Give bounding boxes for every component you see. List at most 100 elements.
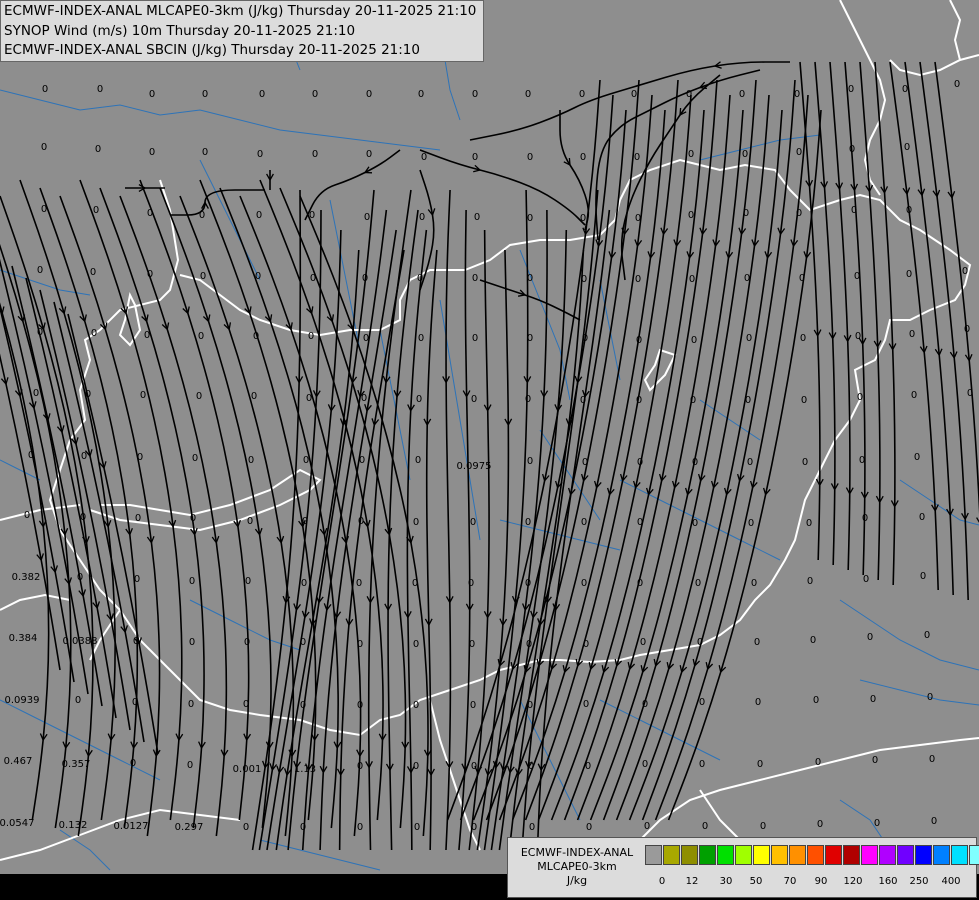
sbcin-value: 0 <box>309 210 315 221</box>
sbcin-value: 0 <box>91 328 97 339</box>
sbcin-value: 0 <box>742 149 748 160</box>
sbcin-value: 0.382 <box>12 572 41 583</box>
color-legend: ECMWF-INDEX-ANAL MLCAPE0-3km J/kg 0 12 30 5… <box>507 837 979 898</box>
sbcin-value: 0 <box>37 265 43 276</box>
sbcin-value: 0 <box>414 822 420 833</box>
sbcin-value: 0 <box>471 822 477 833</box>
header-line-synop: SYNOP Wind (m/s) 10m Thursday 20-11-2025… <box>4 22 356 39</box>
sbcin-value: 0 <box>306 393 312 404</box>
sbcin-value: 0 <box>357 822 363 833</box>
sbcin-value: 0 <box>527 700 533 711</box>
sbcin-value: 0 <box>796 147 802 158</box>
sbcin-value: 0 <box>807 576 813 587</box>
sbcin-value: 0.132 <box>59 820 88 831</box>
sbcin-value: 1.13 <box>294 764 316 775</box>
sbcin-value: 0 <box>300 637 306 648</box>
sbcin-value: 0 <box>255 271 261 282</box>
sbcin-value: 0 <box>130 758 136 769</box>
sbcin-value: 0 <box>695 578 701 589</box>
sbcin-value: 0 <box>857 392 863 403</box>
legend-swatches <box>645 845 979 865</box>
sbcin-value: 0 <box>310 273 316 284</box>
sbcin-value: 0 <box>366 89 372 100</box>
sbcin-value: 0 <box>90 267 96 278</box>
sbcin-value: 0 <box>813 695 819 706</box>
sbcin-value: 0 <box>97 84 103 95</box>
legend-swatch <box>807 845 824 865</box>
sbcin-value: 0 <box>690 395 696 406</box>
sbcin-value: 0 <box>418 89 424 100</box>
legend-tick-label: 250 <box>909 876 929 887</box>
sbcin-value: 0 <box>253 331 259 342</box>
sbcin-value: 0 <box>635 213 641 224</box>
sbcin-value: 0 <box>817 819 823 830</box>
sbcin-value: 0.0547 <box>0 818 35 829</box>
sbcin-value: 0 <box>412 578 418 589</box>
legend-title-line1: ECMWF-INDEX-ANAL <box>520 846 634 859</box>
sbcin-value: 0 <box>245 576 251 587</box>
sbcin-value: 0 <box>642 699 648 710</box>
sbcin-value: 0 <box>199 210 205 221</box>
legend-tick-label: 70 <box>783 876 797 887</box>
sbcin-value: 0 <box>24 510 30 521</box>
sbcin-value: 0 <box>469 639 475 650</box>
sbcin-value: 0 <box>95 144 101 155</box>
sbcin-value: 0 <box>93 205 99 216</box>
sbcin-value: 0 <box>41 204 47 215</box>
legend-swatch <box>843 845 860 865</box>
sbcin-value: 0 <box>357 639 363 650</box>
sbcin-value: 0 <box>799 273 805 284</box>
sbcin-value: 0 <box>359 455 365 466</box>
sbcin-value: 0 <box>417 273 423 284</box>
header-line-mlcape: ECMWF-INDEX-ANAL MLCAPE0-3km (J/kg) Thur… <box>4 3 477 19</box>
legend-swatch <box>717 845 734 865</box>
sbcin-value: 0 <box>751 578 757 589</box>
sbcin-value: 0 <box>529 822 535 833</box>
sbcin-value: 0 <box>579 89 585 100</box>
sbcin-value: 0 <box>863 574 869 585</box>
sbcin-value: 0.297 <box>175 822 204 833</box>
weather-map: 0 0 0 0 0 0 0 0 0 0 0 0 0 0 0 0 0 0 0 0 0 0 0 0 0 0 0 0 0 0 0 0 0 0 0 0 0 0 0 0… <box>0 0 979 900</box>
sbcin-value: 0 <box>924 630 930 641</box>
sbcin-value: 0 <box>135 513 141 524</box>
sbcin-value: 0 <box>688 149 694 160</box>
sbcin-value: 0 <box>198 331 204 342</box>
sbcin-value: 0 <box>686 89 692 100</box>
sbcin-value: 0 <box>470 700 476 711</box>
sbcin-value: 0 <box>472 89 478 100</box>
sbcin-value: 0 <box>308 331 314 342</box>
sbcin-value: 0 <box>363 333 369 344</box>
sbcin-value: 0 <box>848 84 854 95</box>
sbcin-value: 0 <box>640 637 646 648</box>
sbcin-value: 0 <box>525 517 531 528</box>
sbcin-value: 0 <box>362 273 368 284</box>
sbcin-value: 0 <box>149 147 155 158</box>
sbcin-value: 0 <box>580 213 586 224</box>
legend-swatch <box>933 845 950 865</box>
sbcin-value: 0 <box>582 333 588 344</box>
sbcin-value: 0 <box>361 393 367 404</box>
sbcin-value: 0 <box>744 273 750 284</box>
sbcin-value: 0 <box>192 453 198 464</box>
sbcin-value: 0 <box>755 697 761 708</box>
sbcin-value: 0 <box>75 695 81 706</box>
legend-swatch <box>681 845 698 865</box>
sbcin-value: 0.467 <box>4 756 33 767</box>
sbcin-value: 0 <box>474 212 480 223</box>
sbcin-value: 0 <box>800 333 806 344</box>
legend-swatch <box>789 845 806 865</box>
sbcin-value: 0 <box>418 333 424 344</box>
sbcin-value: 0 <box>140 390 146 401</box>
legend-tick-label: 90 <box>814 876 828 887</box>
legend-swatch <box>915 845 932 865</box>
sbcin-value: 0 <box>357 700 363 711</box>
sbcin-value: 0 <box>745 395 751 406</box>
sbcin-value: 0 <box>527 456 533 467</box>
sbcin-value: 0 <box>527 273 533 284</box>
sbcin-value: 0 <box>815 757 821 768</box>
sbcin-value: 0 <box>147 208 153 219</box>
sbcin-value: 0.0127 <box>114 821 149 832</box>
legend-tick-label: 160 <box>878 876 898 887</box>
sbcin-value: 0 <box>248 455 254 466</box>
sbcin-value: 0 <box>525 89 531 100</box>
